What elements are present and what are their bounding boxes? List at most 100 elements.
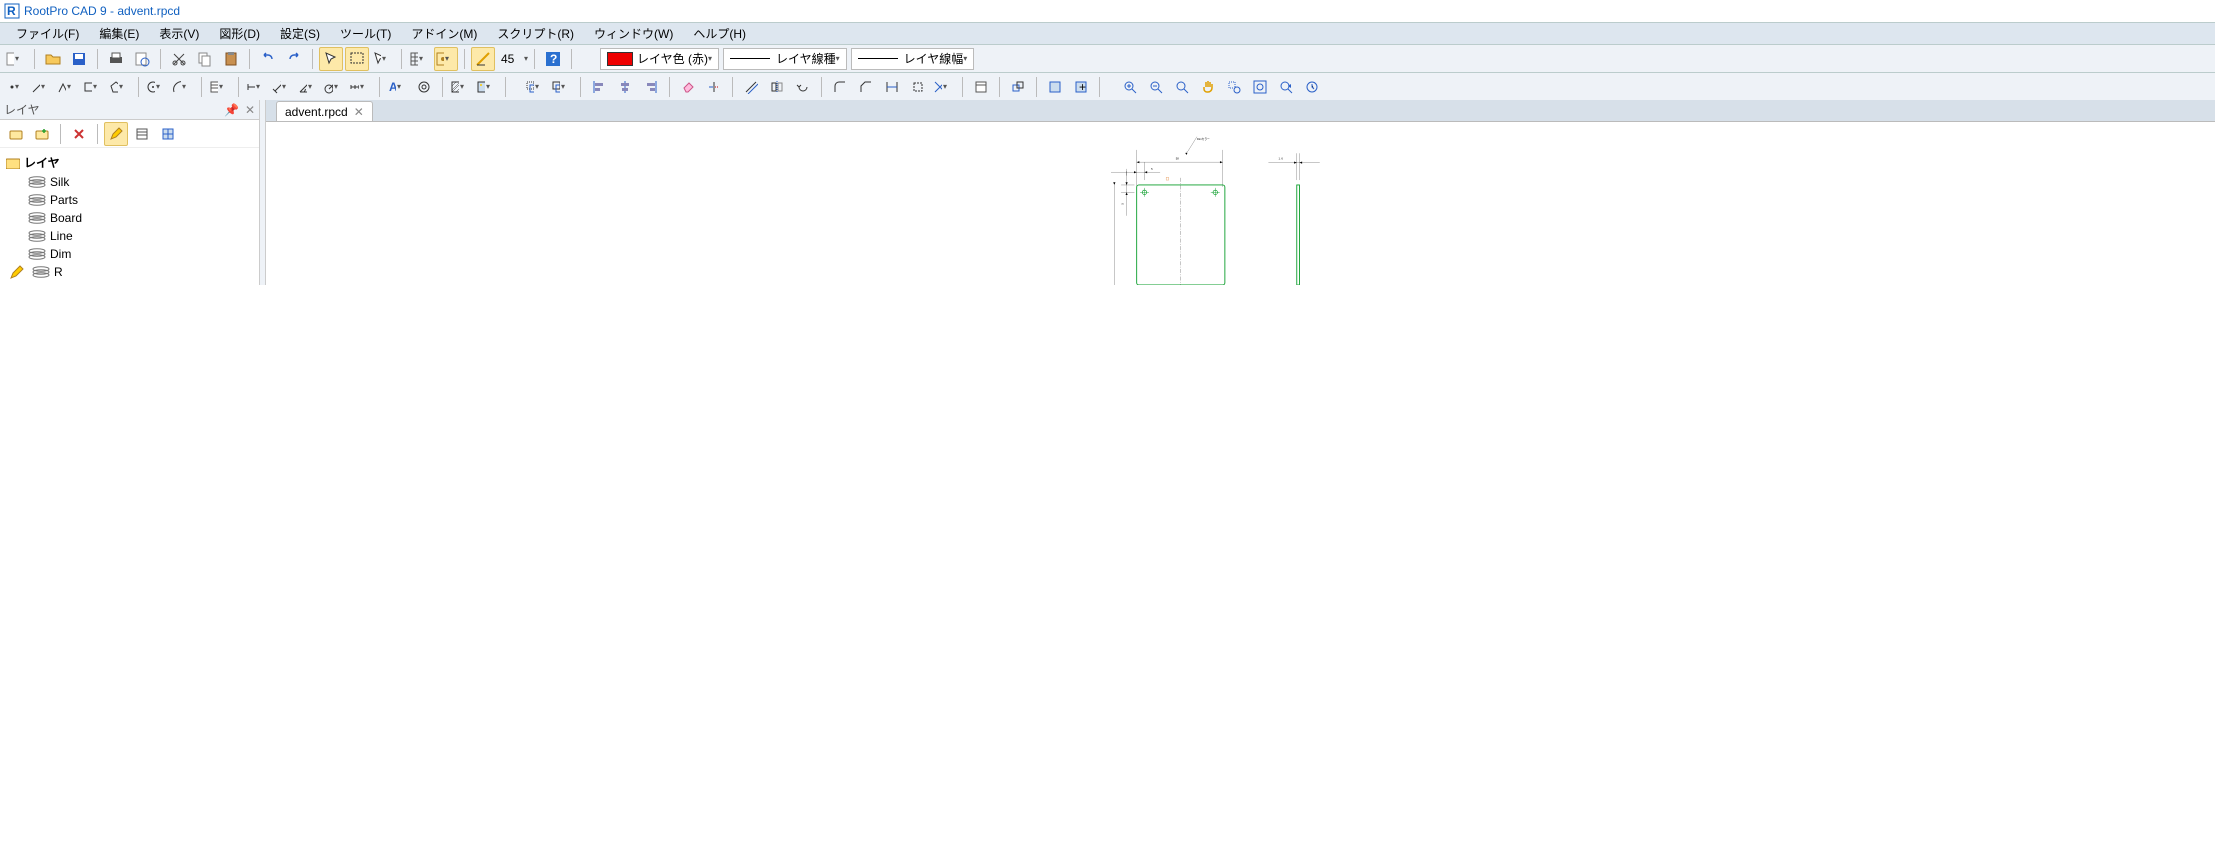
layer-item-parts[interactable]: Parts — [2, 191, 257, 209]
copy-button[interactable] — [193, 47, 217, 71]
delete-layer-button[interactable] — [67, 122, 91, 146]
align-center-tool[interactable] — [613, 75, 637, 99]
layer-item-dim[interactable]: Dim — [2, 245, 257, 263]
angle-snap-button[interactable] — [471, 47, 495, 71]
point-tool[interactable]: ▾ — [4, 75, 28, 99]
offset-tool[interactable] — [739, 75, 763, 99]
layer-icon — [28, 194, 46, 206]
print-button[interactable] — [104, 47, 128, 71]
menu-tool[interactable]: ツール(T) — [332, 23, 399, 44]
angle-dropdown[interactable]: ▾ — [524, 54, 528, 63]
erase-tool[interactable] — [676, 75, 700, 99]
arc-tool[interactable]: ▾ — [171, 75, 195, 99]
zoom-realtime-button[interactable] — [1300, 75, 1324, 99]
hatch-tool[interactable]: ▾ — [449, 75, 473, 99]
zoom-prev-button[interactable] — [1274, 75, 1298, 99]
zoom-window-button[interactable] — [1222, 75, 1246, 99]
fillet-tool[interactable] — [828, 75, 852, 99]
select-tool-button[interactable] — [319, 47, 343, 71]
image-tool[interactable]: ▾ — [475, 75, 499, 99]
copy-tool[interactable]: ▾ — [550, 75, 574, 99]
menu-window[interactable]: ウィンドウ(W) — [586, 23, 681, 44]
new-layer-button[interactable] — [4, 122, 28, 146]
leader-tool[interactable] — [412, 75, 436, 99]
snap-button[interactable]: ▾ — [434, 47, 458, 71]
menu-view[interactable]: 表示(V) — [151, 23, 207, 44]
zoom-in-button[interactable] — [1118, 75, 1142, 99]
edit-layer-button[interactable] — [104, 122, 128, 146]
layer-linewidth-dropdown[interactable]: レイヤ線幅▾ — [851, 48, 975, 70]
dim-angle-tool[interactable]: ▾ — [297, 75, 321, 99]
layer-icon — [28, 248, 46, 260]
new-file-button[interactable]: ▾ — [4, 47, 28, 71]
grid-button[interactable]: ▾ — [408, 47, 432, 71]
group-tool[interactable] — [1006, 75, 1030, 99]
polygon-tool[interactable]: ▾ — [108, 75, 132, 99]
text-tool[interactable]: AB▾ — [386, 75, 410, 99]
dim-linear-tool[interactable]: ▾ — [245, 75, 269, 99]
pin-icon[interactable]: 📌 — [224, 103, 239, 117]
layer-panel: レイヤ 📌 ✕ レイヤ SilkPartsBoardLineDimR — [0, 100, 260, 285]
layer-item-line[interactable]: Line — [2, 227, 257, 245]
document-tab[interactable]: advent.rpcd ✕ — [276, 101, 373, 121]
menu-addin[interactable]: アドイン(M) — [403, 23, 485, 44]
layer-color-dropdown[interactable]: レイヤ色 (赤)▾ — [600, 48, 719, 70]
new-group-button[interactable] — [30, 122, 54, 146]
trim-tool[interactable] — [702, 75, 726, 99]
line-tool[interactable]: ▾ — [30, 75, 54, 99]
select-rect-button[interactable] — [345, 47, 369, 71]
block-insert-tool[interactable]: + — [1069, 75, 1093, 99]
align-right-tool[interactable] — [639, 75, 663, 99]
move-tool[interactable]: ▾ — [524, 75, 548, 99]
layer-item-board[interactable]: Board — [2, 209, 257, 227]
menu-script[interactable]: スクリプト(R) — [489, 23, 582, 44]
layer-icon — [28, 230, 46, 242]
dim-radius-tool[interactable]: ▾ — [323, 75, 347, 99]
align-left-tool[interactable] — [587, 75, 611, 99]
layer-table-button[interactable] — [156, 122, 180, 146]
rect-tool[interactable]: ▾ — [82, 75, 106, 99]
block-tool[interactable] — [1043, 75, 1067, 99]
break-tool[interactable] — [906, 75, 930, 99]
drawing-canvas[interactable]: Dimカラー 58 5 5 — [266, 122, 2215, 285]
menu-file[interactable]: ファイル(F) — [8, 23, 87, 44]
dim-parallel-tool[interactable]: ▾ — [271, 75, 295, 99]
app-icon: R — [4, 3, 20, 19]
save-button[interactable] — [67, 47, 91, 71]
zoom-all-button[interactable] — [1248, 75, 1272, 99]
stretch-tool[interactable]: ▾ — [932, 75, 956, 99]
polyline-tool[interactable]: ▾ — [56, 75, 80, 99]
menu-edit[interactable]: 編集(E) — [91, 23, 147, 44]
dim-chain-tool[interactable]: ▾ — [349, 75, 373, 99]
layer-item-silk[interactable]: Silk — [2, 173, 257, 191]
undo-button[interactable] — [256, 47, 280, 71]
menu-help[interactable]: ヘルプ(H) — [685, 23, 754, 44]
layer-props-button[interactable] — [130, 122, 154, 146]
menu-shape[interactable]: 図形(D) — [211, 23, 268, 44]
pan-button[interactable] — [1196, 75, 1220, 99]
mirror-tool[interactable] — [765, 75, 789, 99]
layer-linetype-dropdown[interactable]: レイヤ線種▾ — [723, 48, 847, 70]
print-preview-button[interactable] — [130, 47, 154, 71]
close-panel-icon[interactable]: ✕ — [245, 103, 255, 117]
cut-button[interactable] — [167, 47, 191, 71]
paste-button[interactable] — [219, 47, 243, 71]
select-mode-button[interactable]: ▾ — [371, 47, 395, 71]
tree-root[interactable]: レイヤ — [2, 152, 257, 173]
properties-tool[interactable] — [969, 75, 993, 99]
close-tab-icon[interactable]: ✕ — [354, 105, 364, 119]
extend-tool[interactable] — [880, 75, 904, 99]
zoom-out-button[interactable] — [1144, 75, 1168, 99]
angle-value[interactable]: 45 — [497, 52, 521, 66]
menu-settings[interactable]: 設定(S) — [272, 23, 328, 44]
rotate-tool[interactable] — [791, 75, 815, 99]
layer-item-r[interactable]: R — [2, 263, 257, 281]
circle-tool[interactable]: ▾ — [145, 75, 169, 99]
open-file-button[interactable] — [41, 47, 65, 71]
redo-button[interactable] — [282, 47, 306, 71]
help-button[interactable]: ? — [541, 47, 565, 71]
zoom-fit-button[interactable] — [1170, 75, 1194, 99]
layer-icon — [32, 266, 50, 278]
chamfer-tool[interactable] — [854, 75, 878, 99]
layer-list-tool[interactable]: ▾ — [208, 75, 232, 99]
